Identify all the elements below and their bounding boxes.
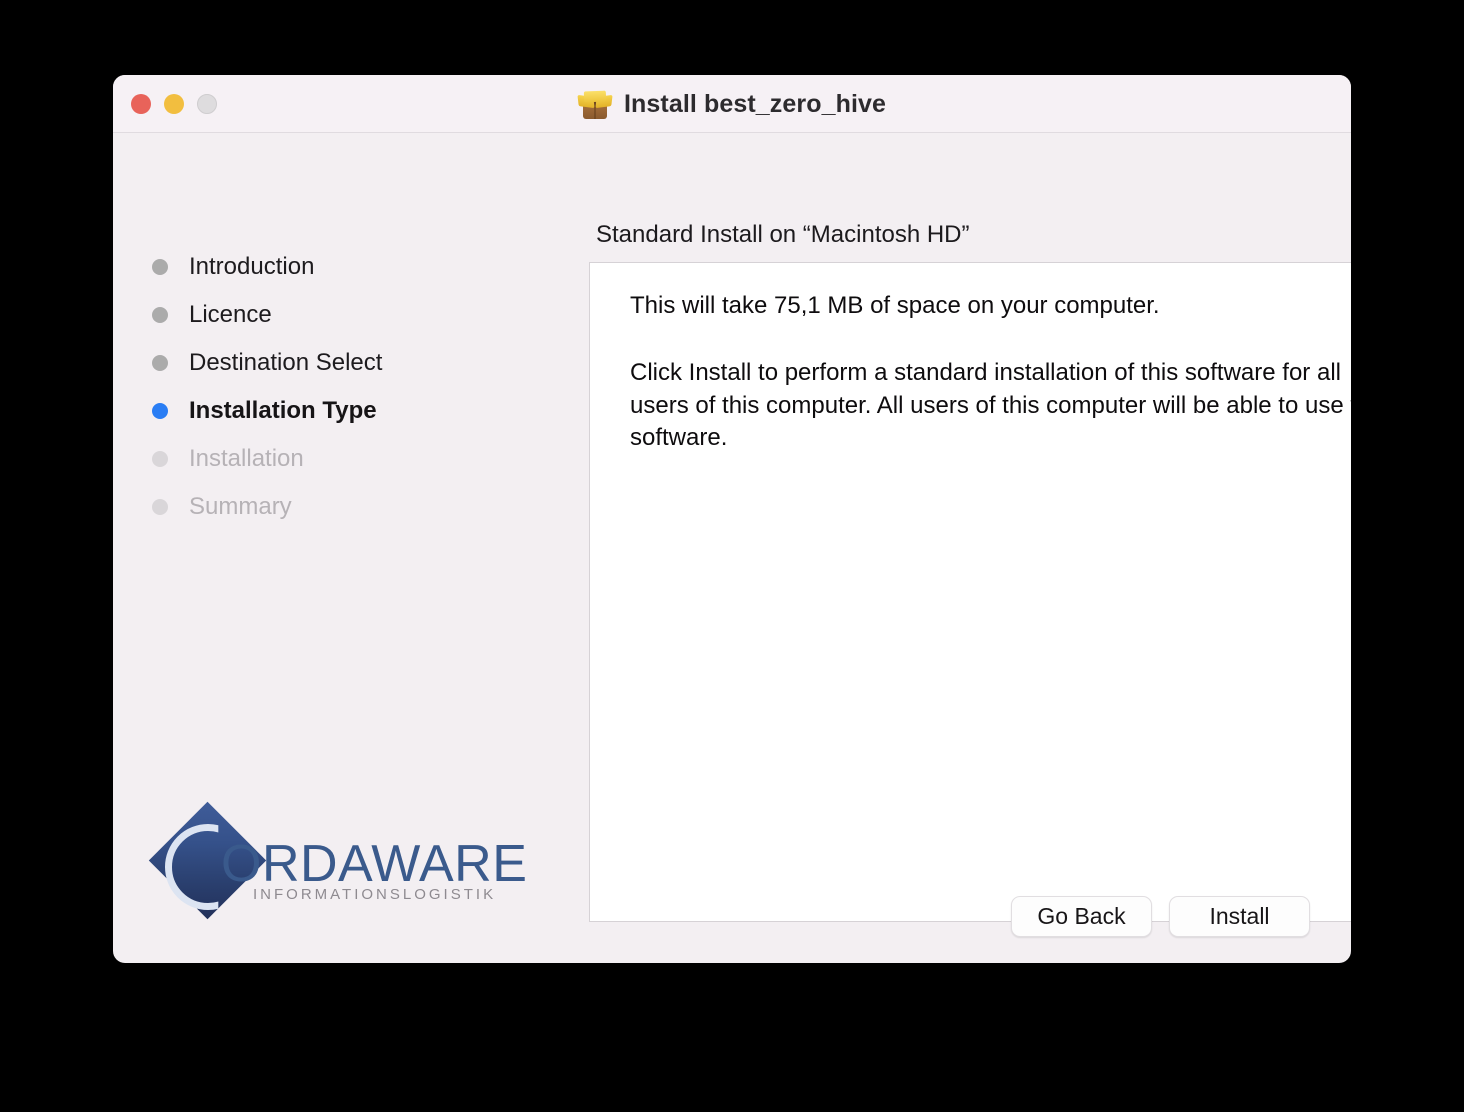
sidebar-step-summary: Summary [152, 483, 472, 531]
page-title: Standard Install on “Macintosh HD” [596, 221, 970, 249]
sidebar-step-installation-type: Installation Type [152, 387, 472, 435]
window-title-group: Install best_zero_hive [113, 75, 1351, 133]
space-requirement-text: This will take 75,1 MB of space on your … [630, 290, 1351, 322]
install-description-text: This will take 75,1 MB of space on your … [630, 290, 1351, 455]
installer-sidebar: Introduction Licence Destination Select … [113, 133, 476, 963]
step-bullet-icon [152, 259, 168, 275]
package-box-icon [578, 89, 612, 119]
close-button[interactable] [131, 94, 151, 114]
installer-main-pane: Standard Install on “Macintosh HD” This … [476, 133, 1351, 963]
step-bullet-icon [152, 451, 168, 467]
install-instructions-text: Click Install to perform a standard inst… [630, 357, 1351, 454]
sidebar-step-introduction: Introduction [152, 243, 472, 291]
sidebar-step-label: Installation [189, 445, 304, 473]
install-description-panel: This will take 75,1 MB of space on your … [589, 262, 1351, 922]
cordaware-logo: ORDAWARE INFORMATIONSLOGISTIK [152, 810, 462, 935]
footer-button-bar: Go Back Install [1011, 896, 1310, 937]
sidebar-step-label: Summary [189, 493, 292, 521]
sidebar-step-destination-select: Destination Select [152, 339, 472, 387]
window-title: Install best_zero_hive [624, 90, 886, 119]
go-back-button[interactable]: Go Back [1011, 896, 1152, 937]
window-titlebar: Install best_zero_hive [113, 75, 1351, 133]
zoom-button [197, 94, 217, 114]
logo-tagline: INFORMATIONSLOGISTIK [253, 886, 496, 903]
step-bullet-icon [152, 499, 168, 515]
sidebar-step-label: Introduction [189, 253, 314, 281]
traffic-light-controls [131, 94, 217, 114]
sidebar-step-label: Licence [189, 301, 272, 329]
step-bullet-icon-active [152, 403, 168, 419]
step-bullet-icon [152, 307, 168, 323]
step-bullet-icon [152, 355, 168, 371]
install-steps-list: Introduction Licence Destination Select … [152, 243, 472, 531]
sidebar-step-installation: Installation [152, 435, 472, 483]
sidebar-step-label: Destination Select [189, 349, 382, 377]
sidebar-step-licence: Licence [152, 291, 472, 339]
installer-window: Install best_zero_hive Introduction Lice… [113, 75, 1351, 963]
minimize-button[interactable] [164, 94, 184, 114]
install-button[interactable]: Install [1169, 896, 1310, 937]
sidebar-step-label: Installation Type [189, 397, 377, 425]
